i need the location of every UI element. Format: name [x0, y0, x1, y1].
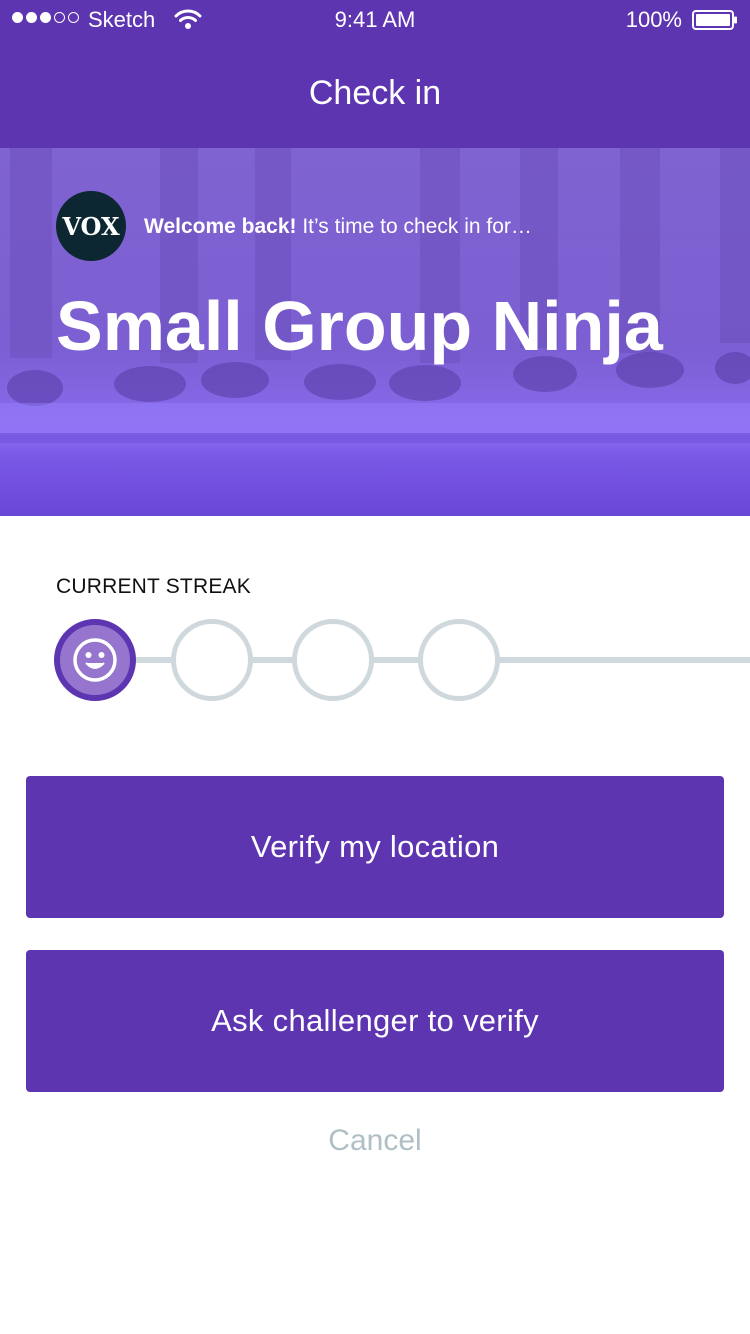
- status-bar: Sketch 9:41 AM 100%: [0, 0, 750, 40]
- streak-step-1: [54, 619, 136, 701]
- streak-step-3: [292, 619, 374, 701]
- welcome-message: Welcome back! It’s time to check in for…: [144, 215, 532, 239]
- top-bar: Sketch 9:41 AM 100% Check in: [0, 0, 750, 148]
- streak-label: CURRENT STREAK: [56, 575, 251, 598]
- hero-banner: VOX Welcome back! It’s time to check in …: [0, 148, 750, 516]
- battery-percent: 100%: [625, 7, 682, 32]
- cancel-button[interactable]: Cancel: [0, 1124, 750, 1158]
- welcome-text: It’s time to check in for…: [296, 215, 532, 238]
- verify-location-button[interactable]: Verify my location: [26, 776, 724, 918]
- welcome-bold: Welcome back!: [144, 215, 297, 238]
- smiley-icon: [73, 638, 117, 682]
- page-title: Check in: [308, 74, 442, 112]
- avatar: VOX: [56, 191, 126, 261]
- streak-step-2: [171, 619, 253, 701]
- streak-step-4: [418, 619, 500, 701]
- challenge-title: Small Group Ninja: [56, 287, 663, 365]
- battery-icon: [692, 10, 737, 30]
- ask-challenger-button[interactable]: Ask challenger to verify: [26, 950, 724, 1092]
